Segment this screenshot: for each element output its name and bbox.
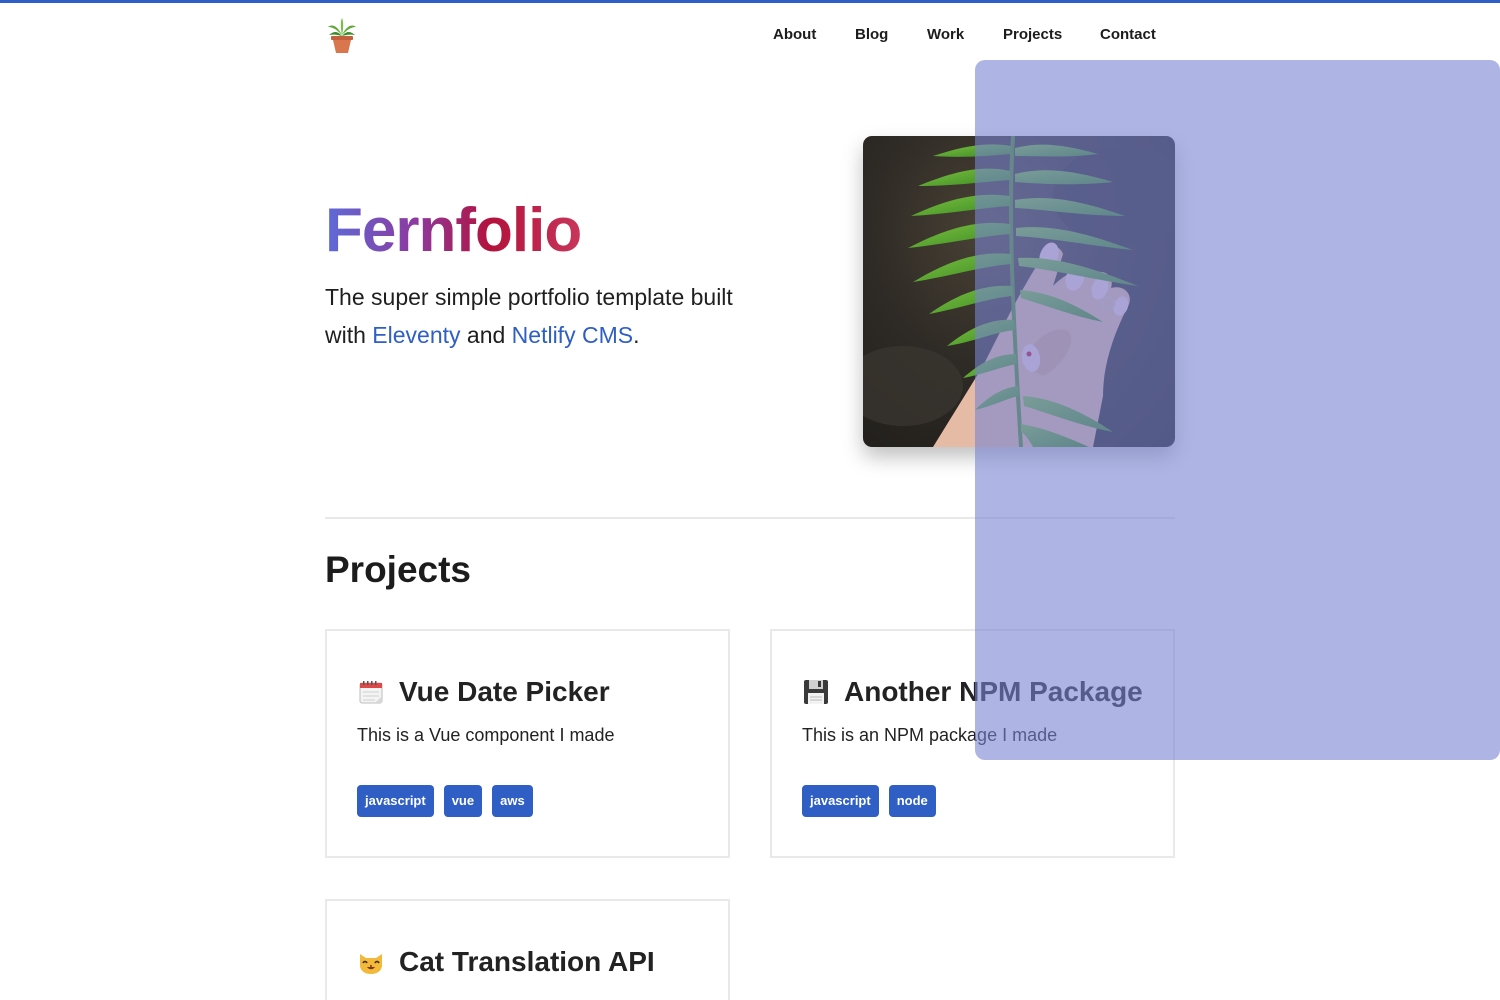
tag-vue[interactable]: vue: [443, 785, 483, 817]
project-card-header: Cat Translation API: [357, 945, 655, 979]
netlify-cms-link[interactable]: Netlify CMS: [512, 322, 633, 348]
page: About Blog Work Projects Contact Fernfol…: [0, 0, 1500, 1000]
decorative-accent-panel: [975, 60, 1500, 760]
floppy-disk-icon: [802, 678, 830, 706]
nav-projects[interactable]: Projects: [1003, 26, 1062, 43]
nav-work[interactable]: Work: [927, 26, 964, 43]
project-title: Vue Date Picker: [399, 676, 610, 707]
calendar-icon: [357, 678, 385, 706]
project-card-header: Vue Date Picker: [357, 675, 610, 709]
project-title: Cat Translation API: [399, 946, 655, 977]
tag-javascript[interactable]: javascript: [357, 785, 434, 817]
nav-contact[interactable]: Contact: [1100, 26, 1156, 43]
tagline-text-2: and: [460, 322, 512, 348]
site-logo[interactable]: [326, 17, 358, 54]
tagline-text-3: .: [633, 322, 640, 348]
eleventy-link[interactable]: Eleventy: [372, 322, 460, 348]
project-card[interactable]: Cat Translation API: [325, 899, 730, 1000]
tag-javascript[interactable]: javascript: [802, 785, 879, 817]
project-card[interactable]: Vue Date Picker This is a Vue component …: [325, 629, 730, 858]
nav-about[interactable]: About: [773, 26, 816, 43]
nav-blog[interactable]: Blog: [855, 26, 888, 43]
hero-title: Fernfolio: [325, 196, 582, 265]
top-accent-bar: [0, 0, 1500, 3]
potted-plant-icon: [328, 18, 356, 53]
tag-aws[interactable]: aws: [492, 785, 533, 817]
project-tags: javascript vue aws: [357, 785, 533, 817]
tag-node[interactable]: node: [888, 785, 936, 817]
hero-tagline: The super simple portfolio template buil…: [325, 278, 765, 354]
project-description: This is a Vue component I made: [357, 725, 615, 745]
projects-heading: Projects: [325, 549, 472, 590]
cat-face-icon: [357, 948, 385, 976]
project-tags: javascript node: [802, 785, 936, 817]
